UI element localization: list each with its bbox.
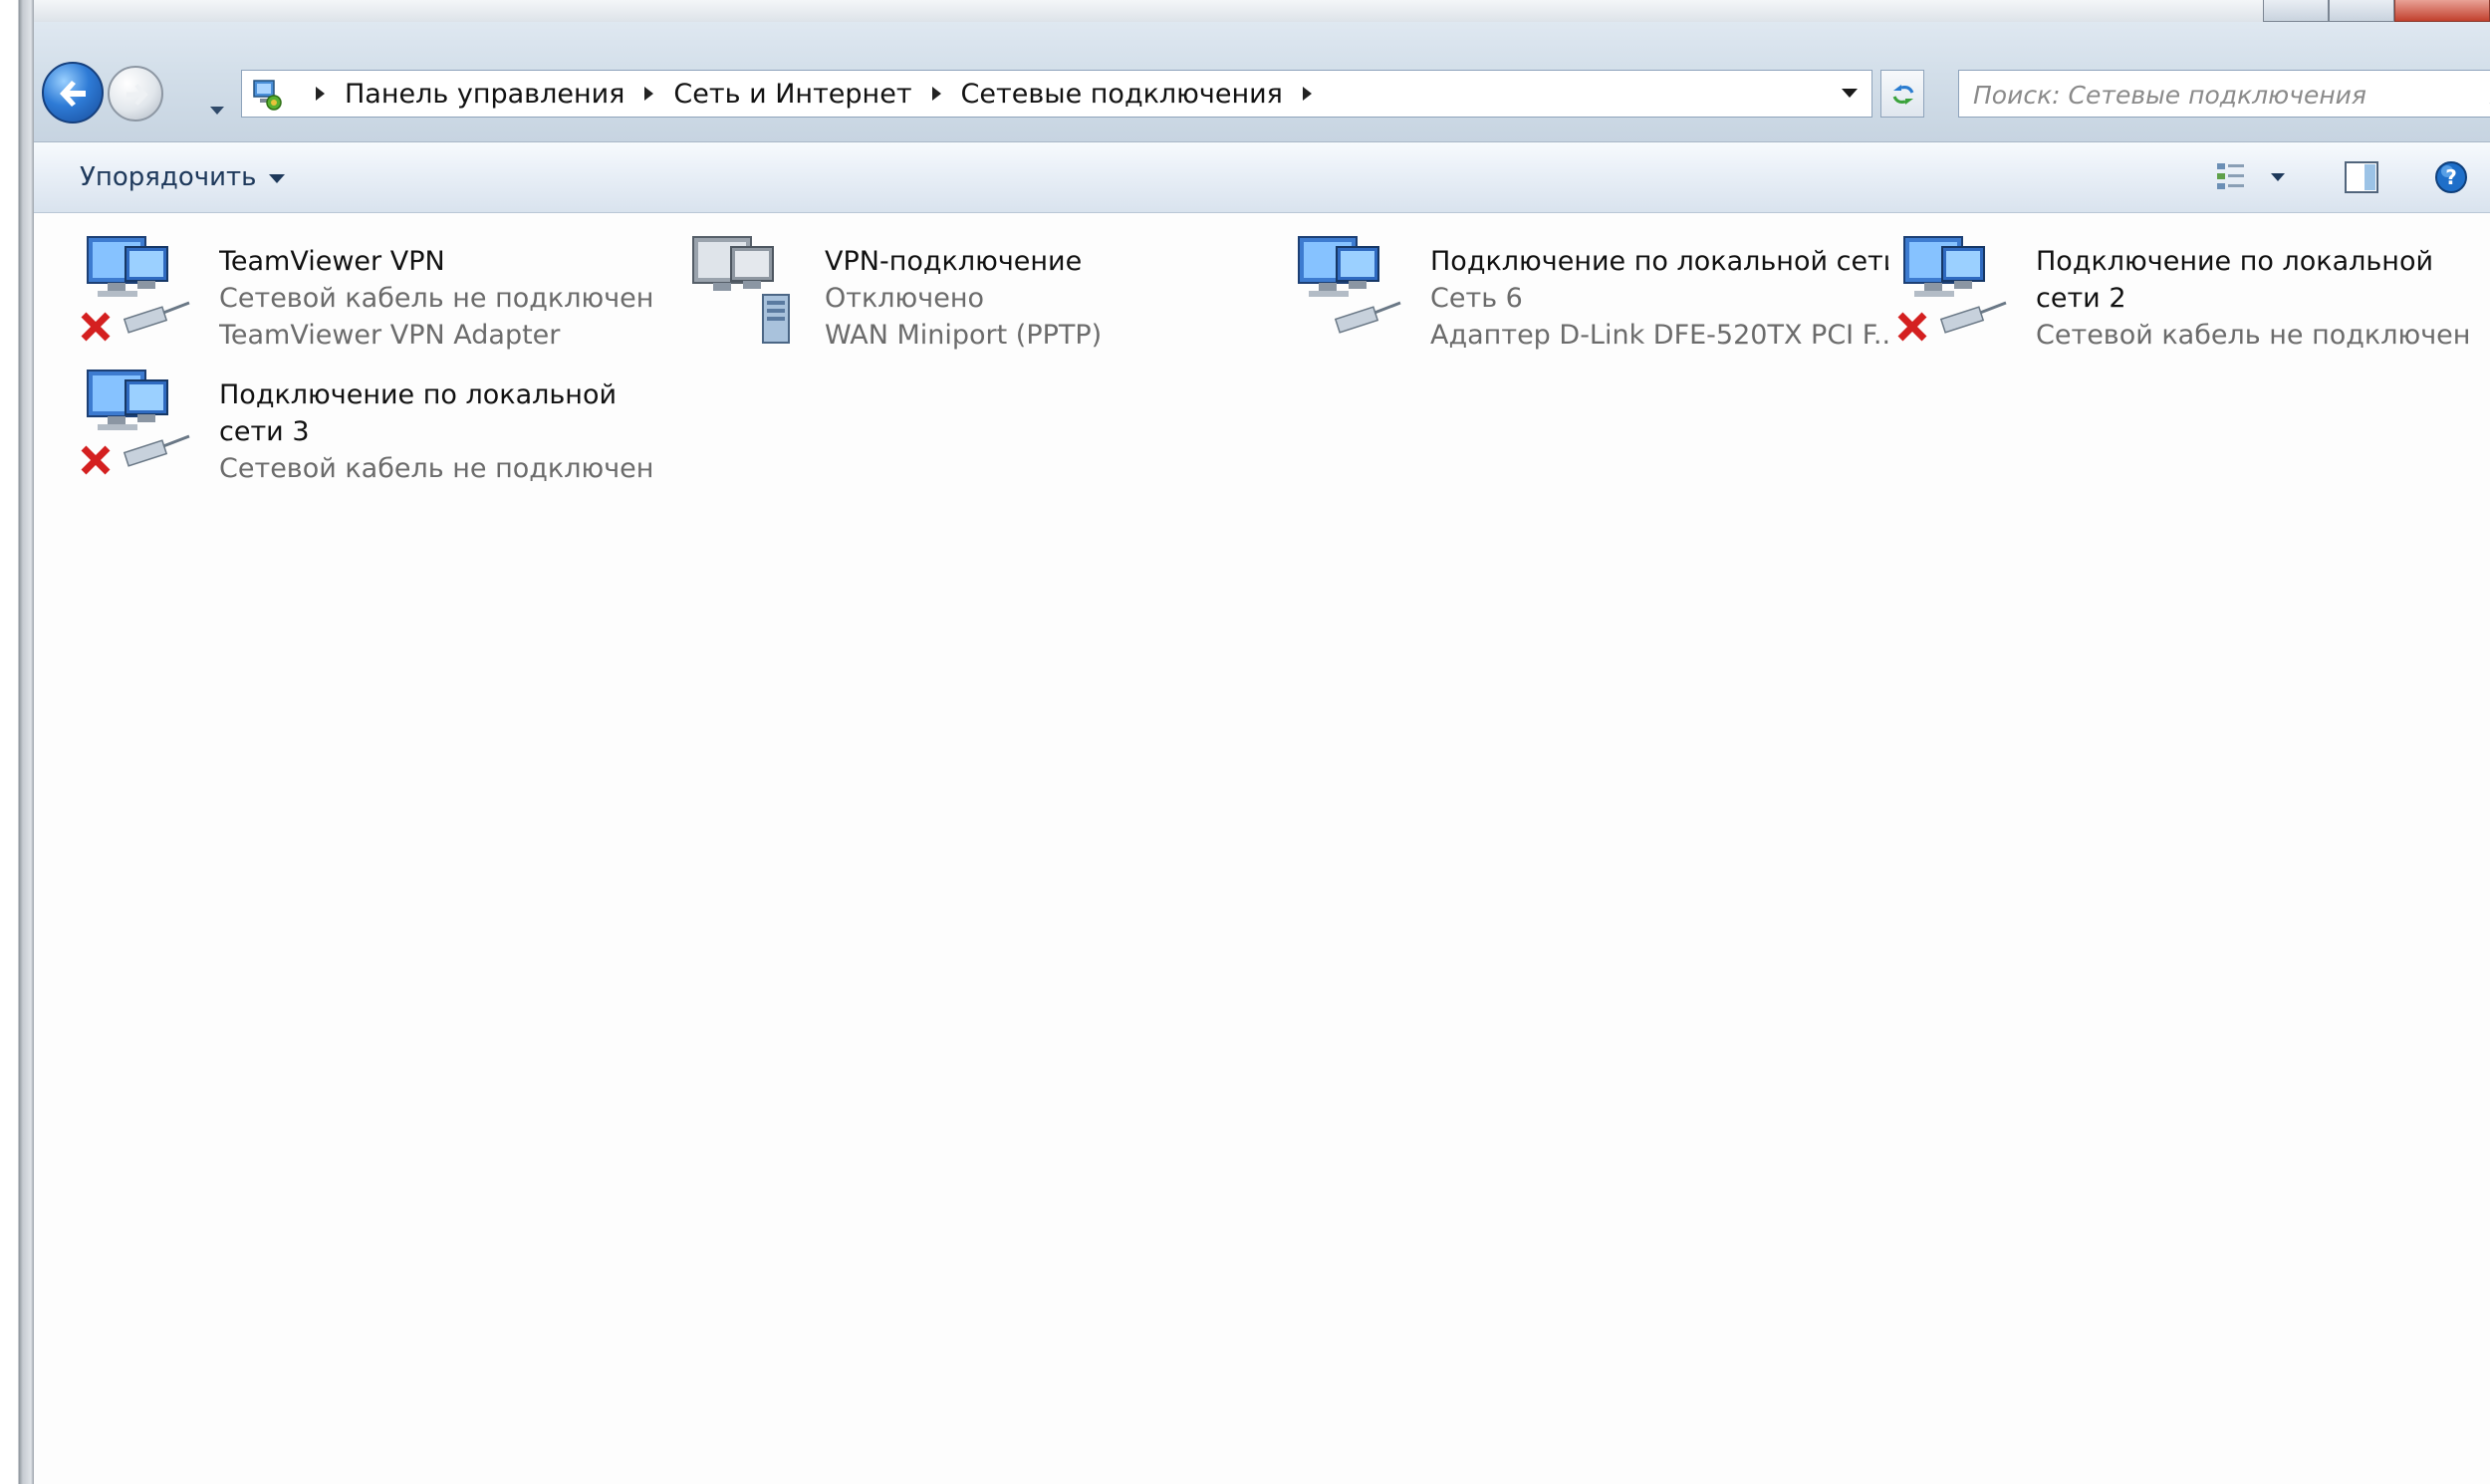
search-box[interactable] bbox=[1958, 70, 2490, 118]
vpn-connection-icon bbox=[692, 236, 790, 344]
lan-connection-icon bbox=[81, 370, 190, 475]
network-cable-icon bbox=[1334, 301, 1401, 334]
explorer-window: Панель управления Сеть и Интернет Сетевы… bbox=[0, 0, 2490, 1484]
network-cable-icon bbox=[123, 434, 190, 467]
breadcrumb-separator-icon[interactable] bbox=[316, 87, 325, 101]
view-dropdown-icon bbox=[2271, 173, 2285, 181]
server-icon bbox=[762, 294, 790, 344]
organize-button[interactable]: Упорядочить bbox=[80, 158, 285, 196]
forward-button[interactable] bbox=[108, 66, 163, 122]
lan-connection-icon bbox=[81, 236, 190, 342]
disconnected-x-icon bbox=[81, 445, 111, 475]
connection-device: TeamViewer VPN Adapter bbox=[219, 320, 561, 351]
breadcrumb-separator-icon[interactable] bbox=[1302, 87, 1312, 101]
connection-details: TeamViewer VPN Сетевой кабель не подключ… bbox=[219, 243, 677, 354]
maximize-button[interactable] bbox=[2329, 0, 2394, 22]
connection-name: Подключение по локальной сети bbox=[1430, 246, 1888, 277]
command-bar: Упорядочить ? bbox=[34, 142, 2490, 213]
recent-pages-dropdown-icon[interactable] bbox=[209, 106, 225, 116]
refresh-icon bbox=[1892, 85, 1914, 105]
connection-status: Сетевой кабель не подключен bbox=[219, 453, 654, 484]
control-panel-icon bbox=[253, 80, 282, 111]
connection-status: Сетевой кабель не подключен bbox=[219, 283, 654, 314]
network-cable-icon bbox=[1939, 301, 2007, 334]
connection-item[interactable]: Подключение по локальной сети Сеть 6 Ада… bbox=[1291, 231, 1888, 361]
connection-name: Подключение по локальной сети 3 bbox=[219, 379, 618, 447]
address-bar[interactable]: Панель управления Сеть и Интернет Сетевы… bbox=[241, 70, 1872, 118]
connections-list: TeamViewer VPN Сетевой кабель не подключ… bbox=[34, 213, 2490, 1484]
close-button[interactable] bbox=[2394, 0, 2490, 22]
address-history-dropdown-icon[interactable] bbox=[1842, 89, 1858, 98]
search-input[interactable] bbox=[1971, 77, 2453, 113]
connection-status: Сетевой кабель не подключен bbox=[2036, 320, 2471, 351]
connection-item[interactable]: VPN-подключение Отключено WAN Miniport (… bbox=[685, 231, 1283, 361]
connection-device: Адаптер D-Link DFE-520TX PCI F... bbox=[1430, 320, 1888, 351]
connection-name: TeamViewer VPN bbox=[219, 246, 445, 277]
title-bar bbox=[34, 0, 2490, 22]
view-options-icon bbox=[2217, 163, 2244, 189]
connection-details: VPN-подключение Отключено WAN Miniport (… bbox=[825, 243, 1283, 354]
breadcrumb-network-internet[interactable]: Сеть и Интернет bbox=[671, 79, 913, 110]
connection-status: Сеть 6 bbox=[1430, 283, 1523, 314]
connection-details: Подключение по локальной сети Сеть 6 Ада… bbox=[1430, 243, 1888, 354]
breadcrumb-control-panel[interactable]: Панель управления bbox=[343, 79, 626, 110]
back-button[interactable] bbox=[42, 62, 104, 124]
organize-label: Упорядочить bbox=[80, 162, 257, 192]
connection-details: Подключение по локальной сети 2 Сетевой … bbox=[2036, 243, 2482, 354]
chevron-down-icon bbox=[268, 173, 285, 183]
connection-device: WAN Miniport (PPTP) bbox=[825, 320, 1103, 351]
network-cable-icon bbox=[123, 301, 190, 334]
breadcrumb-network-connections[interactable]: Сетевые подключения bbox=[959, 79, 1285, 110]
svg-text:?: ? bbox=[2445, 165, 2457, 189]
window-left-border bbox=[0, 0, 34, 1484]
help-button[interactable]: ? bbox=[2426, 156, 2476, 198]
disconnected-x-icon bbox=[1897, 312, 1927, 342]
breadcrumb-separator-icon[interactable] bbox=[644, 87, 654, 101]
help-icon: ? bbox=[2435, 161, 2467, 193]
disconnected-x-icon bbox=[81, 312, 111, 342]
breadcrumb-separator-icon[interactable] bbox=[931, 87, 941, 101]
connection-item[interactable]: TeamViewer VPN Сетевой кабель не подключ… bbox=[80, 231, 677, 361]
arrow-right-icon bbox=[126, 84, 148, 106]
lan-connection-icon bbox=[1897, 236, 2007, 342]
connection-details: Подключение по локальной сети 3 Сетевой … bbox=[219, 376, 677, 487]
navigation-bar: Панель управления Сеть и Интернет Сетевы… bbox=[34, 22, 2490, 142]
connection-name: VPN-подключение bbox=[825, 246, 1083, 277]
window-controls bbox=[2263, 0, 2490, 22]
preview-pane-button[interactable] bbox=[2337, 156, 2386, 198]
connection-name: Подключение по локальной сети 2 bbox=[2036, 246, 2434, 314]
lan-connection-icon bbox=[1298, 236, 1401, 334]
connection-item[interactable]: Подключение по локальной сети 2 Сетевой … bbox=[1896, 231, 2490, 361]
change-view-button[interactable] bbox=[2211, 156, 2297, 198]
minimize-button[interactable] bbox=[2263, 0, 2329, 22]
refresh-button[interactable] bbox=[1880, 70, 1924, 118]
breadcrumb: Панель управления Сеть и Интернет Сетевы… bbox=[298, 71, 1330, 117]
connection-item[interactable]: Подключение по локальной сети 3 Сетевой … bbox=[80, 365, 677, 494]
arrow-left-icon bbox=[60, 81, 86, 107]
connection-status: Отключено bbox=[825, 283, 985, 314]
preview-pane-icon bbox=[2345, 161, 2378, 193]
